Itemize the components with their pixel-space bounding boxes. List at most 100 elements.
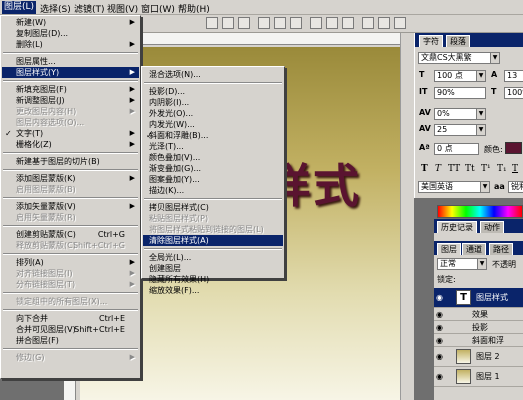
visibility-eye-icon[interactable]: ◉ xyxy=(436,347,443,366)
layer_menu-menu-item[interactable]: 新调整图层(J) ▶ xyxy=(2,95,139,106)
style_submenu-menu-item-label: 斜面和浮雕(B)... xyxy=(149,131,209,140)
submenu-arrow-icon: ▶ xyxy=(129,258,135,266)
style_submenu-menu-item[interactable]: 颜色叠加(V)... xyxy=(143,152,283,163)
faux-bold-icon[interactable]: T xyxy=(421,164,428,174)
layer_menu-menu-item[interactable]: 图层属性... xyxy=(2,56,139,67)
layer_menu-menu-item[interactable]: 复制图层(D)... xyxy=(2,28,139,39)
align-bottom-icon[interactable] xyxy=(238,17,250,29)
layer-effect-row[interactable]: ◉ 斜面和浮 xyxy=(434,334,523,347)
font-family-select[interactable]: 文鼎CS大黑繁 ▼ xyxy=(418,52,500,64)
distribute-top-icon[interactable] xyxy=(310,17,322,29)
style_submenu-menu-item-label: 光泽(T)... xyxy=(149,142,184,151)
layers-panel-tabstrip: 图层 通道 路径 xyxy=(434,241,523,255)
distribute-center-icon[interactable] xyxy=(378,17,390,29)
layer_menu-menu-item[interactable]: 图层样式(Y) ▶ xyxy=(2,67,139,78)
layer-row[interactable]: ◉ 图层 2 xyxy=(434,347,523,367)
tab-layers[interactable]: 图层 xyxy=(437,243,461,255)
menu-layer[interactable]: 图层(L) xyxy=(2,1,37,14)
distribute-middle-icon[interactable] xyxy=(326,17,338,29)
distribute-left-icon[interactable] xyxy=(362,17,374,29)
style_submenu-menu-item[interactable]: 内阴影(I)... xyxy=(143,97,283,108)
layer_menu-menu-item[interactable]: 合并可见图层(V) Shift+Ctrl+E xyxy=(2,324,139,335)
kerning-field[interactable]: 25 ▼ xyxy=(434,124,486,136)
layer_menu-menu-item[interactable]: 新建(W) ▶ xyxy=(2,17,139,28)
layer-effect-row[interactable]: ◉ 投影 xyxy=(434,321,523,334)
distribute-bottom-icon[interactable] xyxy=(342,17,354,29)
menu-window[interactable]: 窗口(W) xyxy=(141,2,175,15)
align-center-icon[interactable] xyxy=(274,17,286,29)
menu-filter[interactable]: 滤镜(T) xyxy=(74,2,105,15)
tracking-field[interactable]: 0% ▼ xyxy=(434,108,486,120)
tab-paths[interactable]: 路径 xyxy=(489,243,513,255)
style_submenu-menu-item[interactable]: 外发光(O)... xyxy=(143,108,283,119)
text-color-swatch[interactable] xyxy=(505,142,522,154)
tab-history[interactable]: 历史记录 xyxy=(437,221,477,233)
leading-field[interactable]: 13 xyxy=(504,70,523,82)
layer_menu-menu-item[interactable]: 添加图层蒙版(K) ▶ xyxy=(2,173,139,184)
menu-separator xyxy=(3,80,138,82)
superscript-icon[interactable]: T¹ xyxy=(481,164,491,174)
layer_menu-menu-item[interactable]: 新填充图层(F) ▶ xyxy=(2,84,139,95)
subscript-icon[interactable]: T₁ xyxy=(497,164,507,174)
style_submenu-menu-item[interactable]: 创建图层 xyxy=(143,263,283,274)
visibility-eye-icon[interactable]: ◉ xyxy=(436,367,443,386)
style_submenu-menu-item[interactable]: 渐变叠加(G)... xyxy=(143,163,283,174)
layer_menu-menu-item[interactable]: 拼合图层(F) xyxy=(2,335,139,346)
style_submenu-menu-item[interactable]: 全局光(L)... xyxy=(143,252,283,263)
layer_menu-menu-item-label: 图层内容选项(O)... xyxy=(16,118,85,127)
tab-paragraph[interactable]: 段落 xyxy=(446,35,470,47)
layer_menu-menu-item[interactable]: 添加矢量蒙版(V) ▶ xyxy=(2,201,139,212)
language-select[interactable]: 美国英语 ▼ xyxy=(418,181,490,193)
style_submenu-menu-item[interactable]: 缩放效果(F)... xyxy=(143,285,283,296)
color-ramp[interactable] xyxy=(437,205,523,218)
menu-help[interactable]: 帮助(H) xyxy=(178,2,210,15)
style_submenu-menu-item[interactable]: 混合选项(N)... xyxy=(143,69,283,80)
style_submenu-menu-item[interactable]: 隐藏所有效果(H) xyxy=(143,274,283,285)
document-scrollbar[interactable] xyxy=(400,33,414,400)
menu-select[interactable]: 选择(S) xyxy=(40,2,71,15)
vertical-scale-field[interactable]: 90% xyxy=(434,87,486,99)
layer-effect-row[interactable]: ◉ 效果 xyxy=(434,308,523,321)
tab-character[interactable]: 字符 xyxy=(419,35,443,47)
horizontal-scale-field[interactable]: 100% xyxy=(504,87,523,99)
visibility-eye-icon[interactable]: ◉ xyxy=(436,288,443,307)
visibility-eye-icon[interactable]: ◉ xyxy=(436,308,443,320)
layer_menu-menu-item-label: 排列(A) xyxy=(16,258,44,267)
align-right-icon[interactable] xyxy=(290,17,302,29)
layer-row[interactable]: ◉ 图层 1 xyxy=(434,367,523,387)
style_submenu-menu-item[interactable]: 图案叠加(Y)... xyxy=(143,174,283,185)
underline-icon[interactable]: T xyxy=(512,164,518,174)
layer_menu-menu-item[interactable]: ✓ 文字(T) ▶ xyxy=(2,128,139,139)
menu-view[interactable]: 视图(V) xyxy=(107,2,138,15)
layer_menu-menu-item[interactable]: 创建剪贴蒙版(C) Ctrl+G xyxy=(2,229,139,240)
all-caps-icon[interactable]: TT xyxy=(448,164,460,174)
blend-mode-select[interactable]: 正常 ▼ xyxy=(437,258,487,270)
antialias-select[interactable]: 锐利 xyxy=(508,181,523,193)
style_submenu-menu-item[interactable]: ✓ 斜面和浮雕(B)... xyxy=(143,130,283,141)
layer_menu-menu-item[interactable]: 排列(A) ▶ xyxy=(2,257,139,268)
font-size-field[interactable]: 100 点 ▼ xyxy=(434,70,486,82)
faux-italic-icon[interactable]: T xyxy=(435,164,441,174)
visibility-eye-icon[interactable]: ◉ xyxy=(436,321,443,333)
style_submenu-menu-item[interactable]: 描边(K)... xyxy=(143,185,283,196)
distribute-right-icon[interactable] xyxy=(394,17,406,29)
layer_menu-menu-item[interactable]: 新建基于图层的切片(B) xyxy=(2,156,139,167)
baseline-shift-field[interactable]: 0 点 xyxy=(434,143,479,155)
small-caps-icon[interactable]: Tt xyxy=(465,164,475,174)
layer_menu-menu-item[interactable]: 删除(L) ▶ xyxy=(2,39,139,50)
style_submenu-menu-item[interactable]: 投影(D)... xyxy=(143,86,283,97)
layer_menu-menu-item[interactable]: 向下合并 Ctrl+E xyxy=(2,313,139,324)
align-left-icon[interactable] xyxy=(258,17,270,29)
style_submenu-menu-item[interactable]: 内发光(W)... xyxy=(143,119,283,130)
style_submenu-menu-item[interactable]: 清除图层样式(A) xyxy=(143,235,283,246)
layer-row[interactable]: ◉ T 图层样式 xyxy=(434,288,523,308)
style_submenu-menu-item[interactable]: 拷贝图层样式(C) xyxy=(143,202,283,213)
layer_menu-menu-item[interactable]: 栅格化(Z) ▶ xyxy=(2,139,139,150)
align-middle-icon[interactable] xyxy=(222,17,234,29)
visibility-eye-icon[interactable]: ◉ xyxy=(436,334,443,346)
layer_menu-menu-item-label: 合并可见图层(V) xyxy=(16,325,76,334)
tab-actions[interactable]: 动作 xyxy=(480,221,504,233)
style_submenu-menu-item[interactable]: 光泽(T)... xyxy=(143,141,283,152)
tab-channels[interactable]: 通道 xyxy=(462,243,486,255)
align-top-icon[interactable] xyxy=(206,17,218,29)
